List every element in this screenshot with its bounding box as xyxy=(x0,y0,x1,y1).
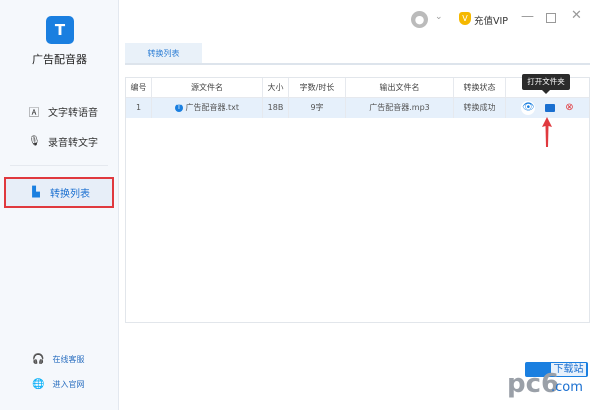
table-row[interactable]: 1 T 广告配音器.txt 18B 9字 广告配音器.mp3 转换成功 👁 ⊗ xyxy=(126,98,589,118)
footer-label: 进入官网 xyxy=(52,380,85,389)
table-header: 编号 源文件名 大小 字数/时长 输出文件名 转换状态 xyxy=(126,78,589,98)
sidebar: T 广告配音器 🄰 文字转语音 🎙 录音转文字 ▙ 转换列表 🎧 在线客服 🌐 进入官网 xyxy=(0,0,119,410)
sidebar-item-text-to-speech[interactable]: 🄰 文字转语音 xyxy=(4,97,114,125)
source-filename: 广告配音器.txt xyxy=(185,103,240,112)
footer-label: 在线客服 xyxy=(52,355,85,364)
mic-icon: 🎙 xyxy=(28,135,41,147)
open-folder-icon[interactable] xyxy=(545,104,556,112)
minimize-button[interactable]: — xyxy=(521,9,534,24)
close-button[interactable]: ✕ xyxy=(571,8,582,23)
sidebar-item-label: 转换列表 xyxy=(50,189,90,200)
txt-file-icon: T xyxy=(174,103,183,112)
vip-icon: V xyxy=(459,12,471,25)
official-site-link[interactable]: 🌐 进入官网 xyxy=(32,379,84,390)
globe-icon: 🌐 xyxy=(32,379,45,390)
sidebar-item-label: 文字转语音 xyxy=(48,107,98,119)
sidebar-item-conversion-list[interactable]: ▙ 转换列表 xyxy=(4,177,114,208)
cell-actions: 👁 ⊗ xyxy=(506,98,589,118)
app-title: 广告配音器 xyxy=(32,53,87,66)
file-list-icon: ▙ xyxy=(32,187,40,198)
cell-size: 18B xyxy=(263,98,289,118)
sidebar-item-speech-to-text[interactable]: 🎙 录音转文字 xyxy=(4,127,114,155)
col-index: 编号 xyxy=(126,78,152,98)
col-status: 转换状态 xyxy=(454,78,506,98)
col-output: 输出文件名 xyxy=(346,78,454,98)
cell-index: 1 xyxy=(126,98,152,118)
tab-underline xyxy=(125,63,590,65)
cell-output: 广告配音器.mp3 xyxy=(346,98,454,118)
col-size: 大小 xyxy=(263,78,289,98)
cell-status: 转换成功 xyxy=(454,98,506,118)
divider xyxy=(10,165,108,166)
maximize-button[interactable] xyxy=(546,13,556,23)
online-support-link[interactable]: 🎧 在线客服 xyxy=(32,354,84,365)
chevron-down-icon[interactable]: ⌄ xyxy=(435,12,443,22)
preview-eye-icon[interactable]: 👁 xyxy=(521,101,536,115)
sidebar-item-label: 录音转文字 xyxy=(48,137,98,149)
tooltip: 打开文件夹 xyxy=(522,74,570,94)
cell-source: T 广告配音器.txt xyxy=(152,98,263,118)
avatar[interactable]: ● xyxy=(411,11,428,28)
conversion-table: 编号 源文件名 大小 字数/时长 输出文件名 转换状态 1 T 广告配音器.tx… xyxy=(125,77,590,323)
app-logo: T xyxy=(46,16,74,44)
col-length: 字数/时长 xyxy=(289,78,346,98)
delete-icon[interactable]: ⊗ xyxy=(565,98,573,118)
pc6-watermark-logo: 下载站 pc6 .com xyxy=(505,360,590,400)
col-source: 源文件名 xyxy=(152,78,263,98)
cell-length: 9字 xyxy=(289,98,346,118)
text-icon: 🄰 xyxy=(29,107,39,119)
vip-button[interactable]: 充值VIP xyxy=(474,13,508,27)
tab-conversion-list[interactable]: 转换列表 xyxy=(125,43,202,64)
red-arrow-annotation xyxy=(542,117,552,147)
support-icon: 🎧 xyxy=(32,354,45,365)
